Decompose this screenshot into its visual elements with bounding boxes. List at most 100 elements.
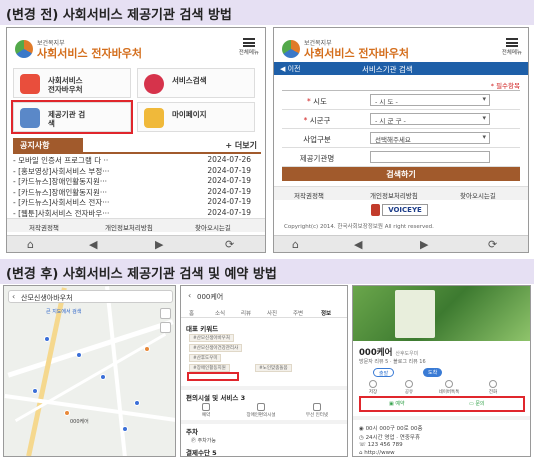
after-detail-screen: ‹ 000케어 홈 소식 리뷰 사진 주변 정보 대표 키워드 #산모신생아바우…: [180, 285, 348, 457]
list-item[interactable]: - [카드뉴스]장애인활동지원··· 2024-07-19: [13, 187, 261, 198]
section-divider: [181, 420, 347, 424]
map-view[interactable]: 큰 지도에서 검색 000케어: [4, 286, 175, 456]
forward-arrow-icon[interactable]: ▶: [155, 238, 163, 251]
list-item[interactable]: - [카드뉴스]사회서비스 전자··· 2024-07-19: [13, 197, 261, 208]
site-name: 사회서비스 전자바우처: [304, 47, 410, 60]
before-banner: (변경 전) 사회서비스 제공기관 검색 방법: [0, 0, 534, 25]
action-bar: 저장 공유 네이버톡톡 전화: [353, 380, 530, 396]
tab-notice[interactable]: 공지사항: [13, 138, 83, 152]
arrive-button[interactable]: 도착: [423, 368, 443, 377]
sido-select[interactable]: - 시 도 -: [370, 94, 490, 106]
location-icon[interactable]: [160, 322, 171, 333]
chat-icon: [445, 380, 453, 388]
before-home-screen: 보건복지부 사회서비스 전자바우처 전체메뉴 사회서비스 전자바우처 서비스검색…: [6, 27, 266, 253]
search-text: 산모신생아바우처: [21, 294, 73, 302]
tab-reviews[interactable]: 리뷰: [241, 309, 251, 317]
tile-mypage[interactable]: 마이페이지: [137, 102, 255, 132]
homepage[interactable]: ⌂ http://www: [359, 450, 395, 456]
refresh-icon[interactable]: ⟳: [225, 238, 234, 251]
tile-service-search-label: 서비스검색: [172, 76, 207, 85]
phone-icon: ☏: [359, 442, 368, 448]
all-menu-button[interactable]: 전체메뉴: [239, 38, 259, 56]
mypage-icon: [144, 108, 164, 128]
list-item[interactable]: - [홍보영상]사회서비스 부정··· 2024-07-19: [13, 166, 261, 177]
map-road: [4, 393, 175, 423]
keywords-title: 대표 키워드: [186, 325, 219, 333]
talk-button[interactable]: 네이버톡톡: [435, 380, 463, 395]
map-pin[interactable]: [100, 374, 106, 380]
map-pin[interactable]: [134, 400, 140, 406]
save-button[interactable]: 저장: [359, 380, 387, 395]
link-copyright-policy[interactable]: 저작권정책: [294, 190, 324, 200]
hamburger-icon: [505, 38, 518, 47]
back-arrow-icon[interactable]: ‹: [188, 291, 191, 300]
provider-name-input[interactable]: [370, 151, 490, 163]
tile-service-search[interactable]: 서비스검색: [137, 68, 255, 98]
ministry-logo-icon: [282, 40, 300, 58]
map-label[interactable]: 큰 지도에서 검색: [46, 308, 81, 315]
all-menu-button[interactable]: 전체메뉴: [502, 38, 522, 56]
wifi-icon: [313, 403, 321, 411]
map-pin[interactable]: [76, 352, 82, 358]
share-button[interactable]: 공유: [395, 380, 423, 395]
place-photo[interactable]: [353, 286, 530, 341]
refresh-icon[interactable]: ⟳: [488, 238, 497, 251]
parking-title: 주차: [186, 428, 198, 436]
list-item[interactable]: - [카드뉴스]장애인활동지원··· 2024-07-19: [13, 176, 261, 187]
business-type-select[interactable]: 선택해주세요: [370, 132, 490, 144]
tab-photos[interactable]: 사진: [267, 309, 277, 317]
phone[interactable]: ☏ 123 456 789: [359, 442, 403, 448]
call-button[interactable]: 전화: [479, 380, 507, 395]
keyword-tag: #산모신생아바우처: [189, 334, 234, 342]
service-search-icon: [144, 74, 164, 94]
back-arrow-icon[interactable]: ‹: [12, 292, 15, 301]
tile-voucher[interactable]: 사회서비스 전자바우처: [13, 68, 131, 98]
tab-home[interactable]: 홈: [189, 309, 194, 317]
sigungu-select[interactable]: - 시 군 구 -: [370, 113, 490, 125]
link-privacy-policy[interactable]: 개인정보처리방침: [105, 222, 153, 232]
tab-info[interactable]: 정보: [321, 309, 331, 317]
map-pin[interactable]: [144, 346, 150, 352]
search-button[interactable]: 검색하기: [282, 167, 520, 181]
link-privacy-policy[interactable]: 개인정보처리방침: [370, 190, 418, 200]
back-button[interactable]: ◀ 이전: [280, 64, 301, 74]
notice-title: - [카드뉴스]장애인활동지원···: [13, 187, 107, 197]
forward-arrow-icon[interactable]: ▶: [420, 238, 428, 251]
back-arrow-icon[interactable]: ◀: [89, 238, 97, 251]
list-item[interactable]: - [웹툰]사회서비스 전자바우··· 2024-07-19: [13, 208, 261, 219]
notice-date: 2024-07-26: [207, 155, 251, 164]
review-count: 방문자 리뷰 5 · 블로그 리뷰 16: [359, 359, 426, 365]
depart-button[interactable]: 출발: [373, 368, 395, 377]
map-pin[interactable]: [64, 410, 70, 416]
home-icon[interactable]: ⌂: [27, 238, 34, 251]
all-menu-label: 전체메뉴: [501, 50, 522, 56]
link-directions[interactable]: 찾아오시는길: [195, 222, 231, 232]
link-directions[interactable]: 찾아오시는길: [460, 190, 496, 200]
search-input[interactable]: ‹ 000케어: [185, 290, 345, 303]
list-item[interactable]: - 모바일 인증서 프로그램 다 ·· 2024-07-26: [13, 155, 261, 166]
map-pin[interactable]: [122, 426, 128, 432]
field-sigungu: * 시군구 - 시 군 구 -: [282, 110, 520, 129]
page-title: 서비스기관 검색: [362, 65, 413, 74]
notice-title: - [카드뉴스]사회서비스 전자···: [13, 198, 110, 207]
facility-item: 장애인편의시설: [241, 403, 281, 418]
tab-nearby[interactable]: 주변: [293, 309, 303, 317]
notice-title: - [웹툰]사회서비스 전자바우···: [13, 208, 110, 218]
share-icon: [405, 380, 413, 388]
detail-tabs: 홈 소식 리뷰 사진 주변 정보: [181, 308, 347, 318]
star-icon: [369, 380, 377, 388]
all-menu-label: 전체메뉴: [238, 50, 259, 56]
bottom-navbar: ⌂ ◀ ▶ ⟳: [274, 235, 528, 252]
link-copyright-policy[interactable]: 저작권정책: [29, 222, 59, 232]
search-input[interactable]: ‹ 산모신생아바우처: [8, 290, 173, 303]
layers-icon[interactable]: [160, 308, 171, 319]
payment-title: 결제수단 5: [186, 449, 217, 457]
home-icon[interactable]: ⌂: [292, 238, 299, 251]
map-pin[interactable]: [32, 388, 38, 394]
map-pin[interactable]: [44, 336, 50, 342]
more-link[interactable]: + 더보기: [225, 140, 257, 151]
tab-news[interactable]: 소식: [215, 309, 225, 317]
photo-content: [395, 290, 435, 338]
after-banner-title: (변경 후) 사회서비스 제공기관 검색 및 예약 방법: [6, 267, 277, 282]
back-arrow-icon[interactable]: ◀: [354, 238, 362, 251]
